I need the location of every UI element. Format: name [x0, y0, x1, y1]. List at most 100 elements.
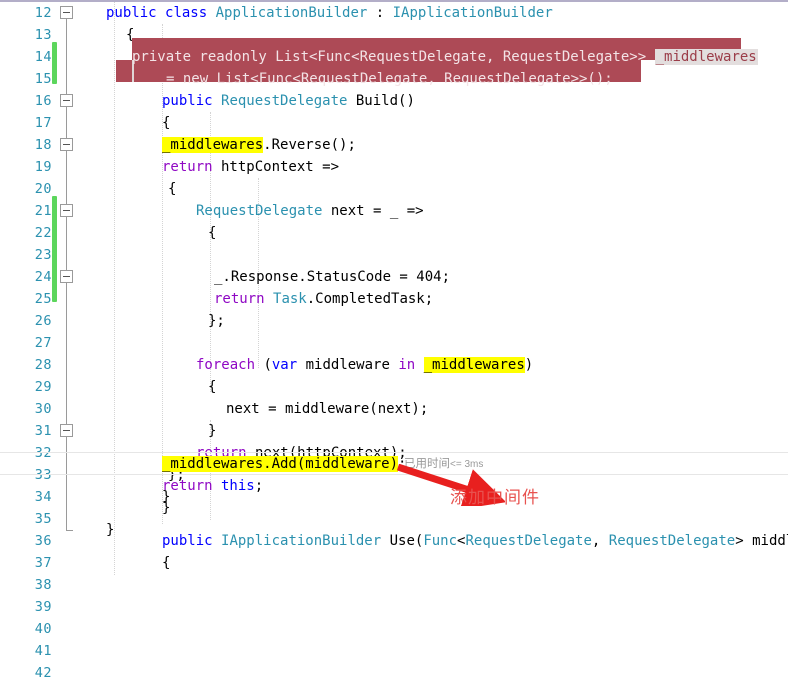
token-expression: httpContext => [212, 159, 340, 175]
token-type: Task [273, 291, 307, 307]
code-line-24[interactable]: _.Response.StatusCode = 404; [96, 266, 788, 288]
token-keyword: class [165, 5, 208, 21]
token-find-highlight: _middlewares [162, 137, 264, 153]
code-line-28[interactable]: foreach (var middleware in _middlewares) [96, 354, 788, 376]
token-member: .CompletedTask; [306, 291, 434, 307]
code-line-30[interactable]: next = middleware(next); [96, 398, 788, 420]
token-keyword: in [398, 357, 416, 373]
line-number: 14 [34, 49, 52, 65]
line-number: 13 [34, 27, 52, 43]
code-editor[interactable]: 12 13 14 15 16 17 18 19 20 21 22 23 24 2… [0, 0, 788, 681]
token-type: RequestDelegate [196, 203, 323, 219]
fold-toggle-line-19[interactable] [60, 138, 73, 151]
code-line-20[interactable]: { [96, 178, 788, 200]
token-expression: next = _ => [322, 203, 424, 219]
code-line-17[interactable]: { [96, 112, 788, 134]
line-number: 27 [34, 335, 52, 351]
line-number: 42 [34, 665, 52, 681]
token-initializer: = new List<Func<RequestDelegate, Request… [166, 71, 613, 87]
code-line-12[interactable]: public class ApplicationBuilder : IAppli… [96, 2, 788, 24]
token-brace: { [162, 115, 171, 131]
code-line-21[interactable]: RequestDelegate next = _ => [96, 200, 788, 222]
fold-toggle-line-21[interactable] [60, 204, 73, 217]
code-line-19[interactable]: return httpContext => [96, 156, 788, 178]
token-method: Build() [347, 93, 415, 109]
line-number: 17 [34, 115, 52, 131]
code-line-22[interactable]: { [96, 222, 788, 244]
token-brace: { [162, 555, 171, 571]
line-number: 31 [34, 423, 52, 439]
token-keyword: return [162, 159, 213, 175]
code-line-16[interactable]: public RequestDelegate Build() [96, 90, 788, 112]
line-number: 33 [34, 467, 52, 483]
token-keyword: public [162, 93, 213, 109]
token-brace: } [162, 500, 171, 516]
code-line-27[interactable] [96, 332, 788, 354]
token-interface: IApplicationBuilder [392, 5, 553, 21]
line-number: 15 [34, 71, 52, 87]
token-find-highlight: _middlewares [423, 357, 525, 373]
code-line-23[interactable] [96, 244, 788, 266]
token-keyword: var [271, 357, 298, 373]
line-number: 39 [34, 599, 52, 615]
fold-toggle-line-35[interactable] [60, 424, 73, 437]
code-line-29[interactable]: { [96, 376, 788, 398]
fold-toggle-line-12[interactable] [60, 6, 73, 19]
line-number: 29 [34, 379, 52, 395]
fold-toggle-line-16[interactable] [60, 94, 73, 107]
token-identifier-highlight: _middlewares [654, 49, 758, 65]
code-line-14[interactable]: private readonly List<Func<RequestDelega… [132, 46, 758, 68]
token-find-highlight: _middlewares.Add(middleware) [162, 456, 399, 472]
line-number: 40 [34, 621, 52, 637]
code-line-40[interactable]: } [96, 497, 788, 519]
token-variable: middleware [297, 357, 399, 373]
token-statement: next = middleware(next); [226, 401, 429, 417]
token-punct: : [367, 5, 393, 21]
token-punct: ( [255, 357, 272, 373]
token-brace: { [168, 181, 177, 197]
token-member: .Reverse(); [263, 137, 356, 153]
line-number: 26 [34, 313, 52, 329]
line-number: 16 [34, 93, 52, 109]
line-number: 28 [34, 357, 52, 373]
token-brace: } [208, 423, 217, 439]
fold-region-end [66, 530, 73, 531]
line-number: 21 [34, 203, 52, 219]
token-declaration: private readonly List<Func<RequestDelega… [132, 49, 655, 65]
line-number: 23 [34, 247, 52, 263]
codelens-elapsed-time[interactable]: 已用时间<= 3ms [404, 457, 483, 472]
fold-toggle-line-27[interactable] [60, 270, 73, 283]
token-keyword: return [214, 291, 265, 307]
token-statement: _.Response.StatusCode = 404; [214, 269, 451, 285]
codelens-value: <= 3ms [450, 459, 484, 470]
token-brace: { [208, 379, 217, 395]
token-keyword: foreach [196, 357, 256, 373]
line-number: 30 [34, 401, 52, 417]
token-punct: ) [524, 357, 534, 373]
token-brace: { [208, 225, 217, 241]
change-bar [52, 196, 57, 302]
annotation-label: 添加中间件 [450, 488, 540, 507]
code-line-37[interactable]: { [96, 552, 788, 574]
code-line-41[interactable]: } [96, 519, 788, 541]
change-bar [52, 42, 57, 84]
code-line-39[interactable]: return this; [96, 475, 788, 497]
line-number: 36 [34, 533, 52, 549]
token-keyword: public [106, 5, 157, 21]
token-keyword: this [212, 478, 255, 494]
line-number: 41 [34, 643, 52, 659]
codelens-label: 已用时间 [404, 458, 450, 470]
line-number: 38 [34, 577, 52, 593]
code-line-26[interactable]: }; [96, 310, 788, 332]
line-number: 25 [34, 291, 52, 307]
token-type: RequestDelegate [221, 93, 348, 109]
code-line-18[interactable]: _middlewares.Reverse(); [96, 134, 788, 156]
line-number: 20 [34, 181, 52, 197]
line-number: 18 [34, 137, 52, 153]
code-line-25[interactable]: return Task.CompletedTask; [96, 288, 788, 310]
editor-gutter: 12 13 14 15 16 17 18 19 20 21 22 23 24 2… [0, 2, 96, 681]
line-number: 37 [34, 555, 52, 571]
code-line-31[interactable]: } [96, 420, 788, 442]
code-line-15[interactable]: = new List<Func<RequestDelegate, Request… [166, 68, 613, 90]
line-number: 32 [34, 445, 52, 461]
